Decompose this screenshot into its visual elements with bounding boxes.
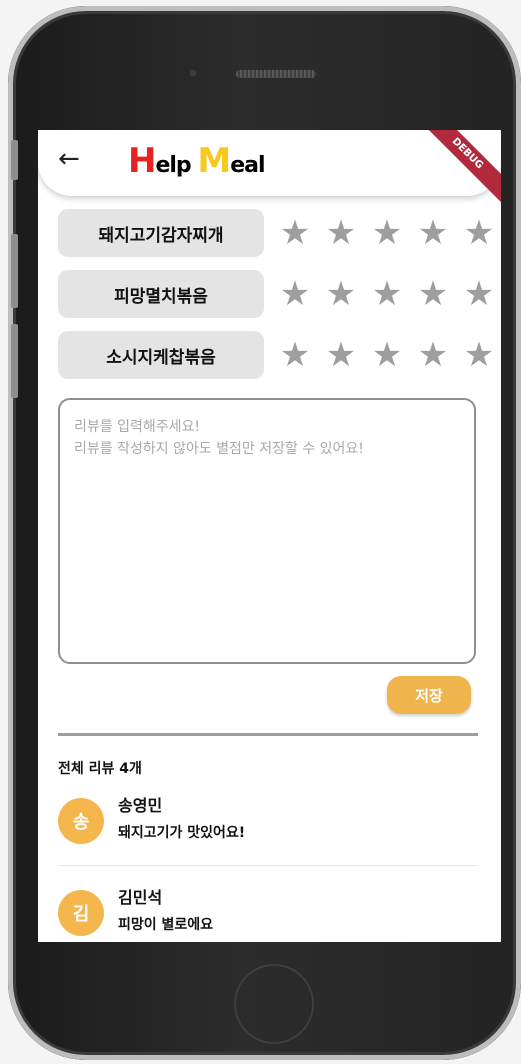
reviewer-name: 송영민 bbox=[118, 796, 163, 815]
avatar: 김 bbox=[58, 890, 104, 936]
star-icon[interactable]: ★ bbox=[410, 211, 456, 255]
home-button[interactable] bbox=[234, 964, 314, 1044]
review-text: 피망이 별로에요 bbox=[118, 917, 214, 933]
star-rating: ★ ★ ★ ★ ★ bbox=[272, 333, 501, 377]
star-icon[interactable]: ★ bbox=[318, 272, 364, 316]
star-rating: ★ ★ ★ ★ ★ bbox=[272, 211, 501, 255]
star-icon[interactable]: ★ bbox=[456, 272, 501, 316]
star-icon[interactable]: ★ bbox=[410, 272, 456, 316]
star-icon[interactable]: ★ bbox=[272, 333, 318, 377]
mute-switch bbox=[11, 140, 18, 180]
reviews-count: 전체 리뷰 4개 bbox=[58, 761, 142, 777]
app-bar: ← Help Meal DEBUG bbox=[38, 130, 501, 211]
review-item: 송 송영민 돼지고기가 맛있어요! bbox=[58, 790, 478, 870]
review-separator bbox=[58, 865, 478, 866]
app-screen: ← Help Meal DEBUG 돼지고기감자찌개 ★ ★ ★ ★ ★ 피망멸… bbox=[38, 130, 501, 942]
app-logo: Help Meal bbox=[128, 141, 266, 181]
star-icon[interactable]: ★ bbox=[364, 272, 410, 316]
menu-rating-row: 돼지고기감자찌개 ★ ★ ★ ★ ★ bbox=[58, 209, 498, 257]
star-icon[interactable]: ★ bbox=[318, 333, 364, 377]
star-icon[interactable]: ★ bbox=[456, 211, 501, 255]
speaker-grille bbox=[236, 70, 316, 78]
star-icon[interactable]: ★ bbox=[272, 211, 318, 255]
star-icon[interactable]: ★ bbox=[364, 211, 410, 255]
star-rating: ★ ★ ★ ★ ★ bbox=[272, 272, 501, 316]
menu-name: 돼지고기감자찌개 bbox=[58, 209, 264, 257]
star-icon[interactable]: ★ bbox=[410, 333, 456, 377]
debug-banner: DEBUG bbox=[410, 130, 501, 211]
menu-rating-row: 소시지케찹볶음 ★ ★ ★ ★ ★ bbox=[58, 331, 498, 379]
star-icon[interactable]: ★ bbox=[318, 211, 364, 255]
arrow-left-icon[interactable]: ← bbox=[58, 144, 80, 174]
save-button[interactable]: 저장 bbox=[387, 676, 471, 714]
review-item: 김 김민석 피망이 별로에요 bbox=[58, 882, 478, 942]
front-camera bbox=[188, 68, 198, 78]
volume-up-button bbox=[11, 234, 18, 308]
star-icon[interactable]: ★ bbox=[272, 272, 318, 316]
star-icon[interactable]: ★ bbox=[456, 333, 501, 377]
menu-name: 소시지케찹볶음 bbox=[58, 331, 264, 379]
menu-name: 피망멸치볶음 bbox=[58, 270, 264, 318]
avatar: 송 bbox=[58, 798, 104, 844]
volume-down-button bbox=[11, 324, 18, 398]
section-divider bbox=[58, 733, 478, 736]
reviewer-name: 김민석 bbox=[118, 888, 163, 907]
star-icon[interactable]: ★ bbox=[364, 333, 410, 377]
review-input[interactable]: 리뷰를 입력해주세요! 리뷰를 작성하지 않아도 별점만 저장할 수 있어요! bbox=[58, 398, 476, 664]
menu-rating-row: 피망멸치볶음 ★ ★ ★ ★ ★ bbox=[58, 270, 498, 318]
review-text: 돼지고기가 맛있어요! bbox=[118, 825, 246, 841]
